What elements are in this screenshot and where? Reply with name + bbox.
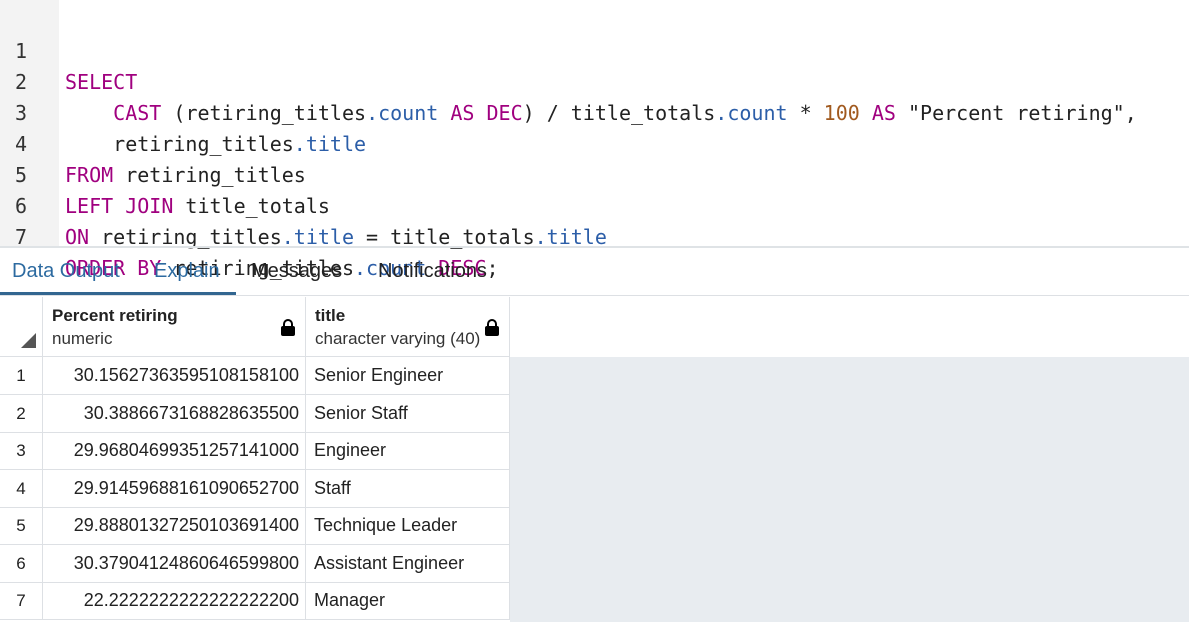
cell-percent-retiring[interactable]: 30.15627363595108158100	[43, 357, 306, 394]
code-line-1[interactable]: 1 SELECT	[0, 5, 1189, 94]
code-line-4[interactable]: 4 FROM retiring_titles	[0, 98, 1189, 187]
row-number[interactable]: 2	[0, 395, 43, 432]
column-name: Percent retiring	[52, 306, 178, 325]
code-line-7[interactable]: 7 ORDER BY retiring_titles.count DESC;	[0, 191, 1189, 280]
cell-percent-retiring[interactable]: 29.96804699351257141000	[43, 432, 306, 469]
column-type: numeric	[52, 329, 113, 348]
row-number[interactable]: 4	[0, 470, 43, 507]
cell-title[interactable]: Senior Engineer	[306, 357, 510, 394]
select-all-corner[interactable]	[0, 297, 43, 357]
grid-empty-area	[510, 357, 1189, 622]
row-number[interactable]: 1	[0, 357, 43, 394]
table-row[interactable]: 2 30.3886673168828635500 Senior Staff	[0, 395, 510, 433]
table-row[interactable]: 7 22.2222222222222222200 Manager	[0, 582, 510, 620]
cell-title[interactable]: Senior Staff	[306, 395, 510, 432]
row-number[interactable]: 5	[0, 507, 43, 544]
cell-title[interactable]: Manager	[306, 582, 510, 619]
tab-notifications[interactable]: Notifications	[378, 248, 487, 295]
tab-explain[interactable]: Explain	[154, 248, 220, 295]
cell-title[interactable]: Assistant Engineer	[306, 545, 510, 582]
cell-percent-retiring[interactable]: 29.91459688161090652700	[43, 470, 306, 507]
column-type: character varying (40)	[315, 329, 481, 348]
cell-title[interactable]: Technique Leader	[306, 507, 510, 544]
table-row[interactable]: 6 30.37904124860646599800 Assistant Engi…	[0, 545, 510, 583]
cell-percent-retiring[interactable]: 22.2222222222222222200	[43, 582, 306, 619]
code-line-6[interactable]: 6 ON retiring_titles.title = title_total…	[0, 160, 1189, 249]
cell-title[interactable]: Engineer	[306, 432, 510, 469]
table-row[interactable]: 5 29.88801327250103691400 Technique Lead…	[0, 507, 510, 545]
code-line-3[interactable]: 3 retiring_titles.title	[0, 67, 1189, 156]
tab-messages[interactable]: Messages	[251, 248, 342, 295]
cell-title[interactable]: Staff	[306, 470, 510, 507]
column-name: title	[315, 306, 346, 325]
cell-percent-retiring[interactable]: 30.37904124860646599800	[43, 545, 306, 582]
table-row[interactable]: 3 29.96804699351257141000 Engineer	[0, 432, 510, 470]
code-line-5[interactable]: 5 LEFT JOIN title_totals	[0, 129, 1189, 218]
column-header-title[interactable]: title character varying (40)	[306, 297, 510, 357]
active-tab-indicator	[0, 292, 236, 295]
column-header-percent-retiring[interactable]: Percent retiring numeric	[43, 297, 306, 357]
table-row[interactable]: 4 29.91459688161090652700 Staff	[0, 470, 510, 508]
lock-icon	[485, 319, 499, 336]
table-row[interactable]: 1 30.15627363595108158100 Senior Enginee…	[0, 357, 510, 395]
output-tab-bar: Data Output Explain Messages Notificatio…	[0, 248, 1189, 296]
cell-percent-retiring[interactable]: 30.3886673168828635500	[43, 395, 306, 432]
tab-data-output[interactable]: Data Output	[12, 248, 120, 295]
row-number[interactable]: 3	[0, 432, 43, 469]
select-all-triangle-icon	[21, 333, 36, 348]
row-number[interactable]: 7	[0, 582, 43, 619]
code-line-2[interactable]: 2 CAST (retiring_titles.count AS DEC) / …	[0, 36, 1189, 125]
row-number[interactable]: 6	[0, 545, 43, 582]
sql-editor[interactable]: 1 SELECT 2 CAST (retiring_titles.count A…	[0, 0, 1189, 280]
lock-icon	[281, 319, 295, 336]
cell-percent-retiring[interactable]: 29.88801327250103691400	[43, 507, 306, 544]
